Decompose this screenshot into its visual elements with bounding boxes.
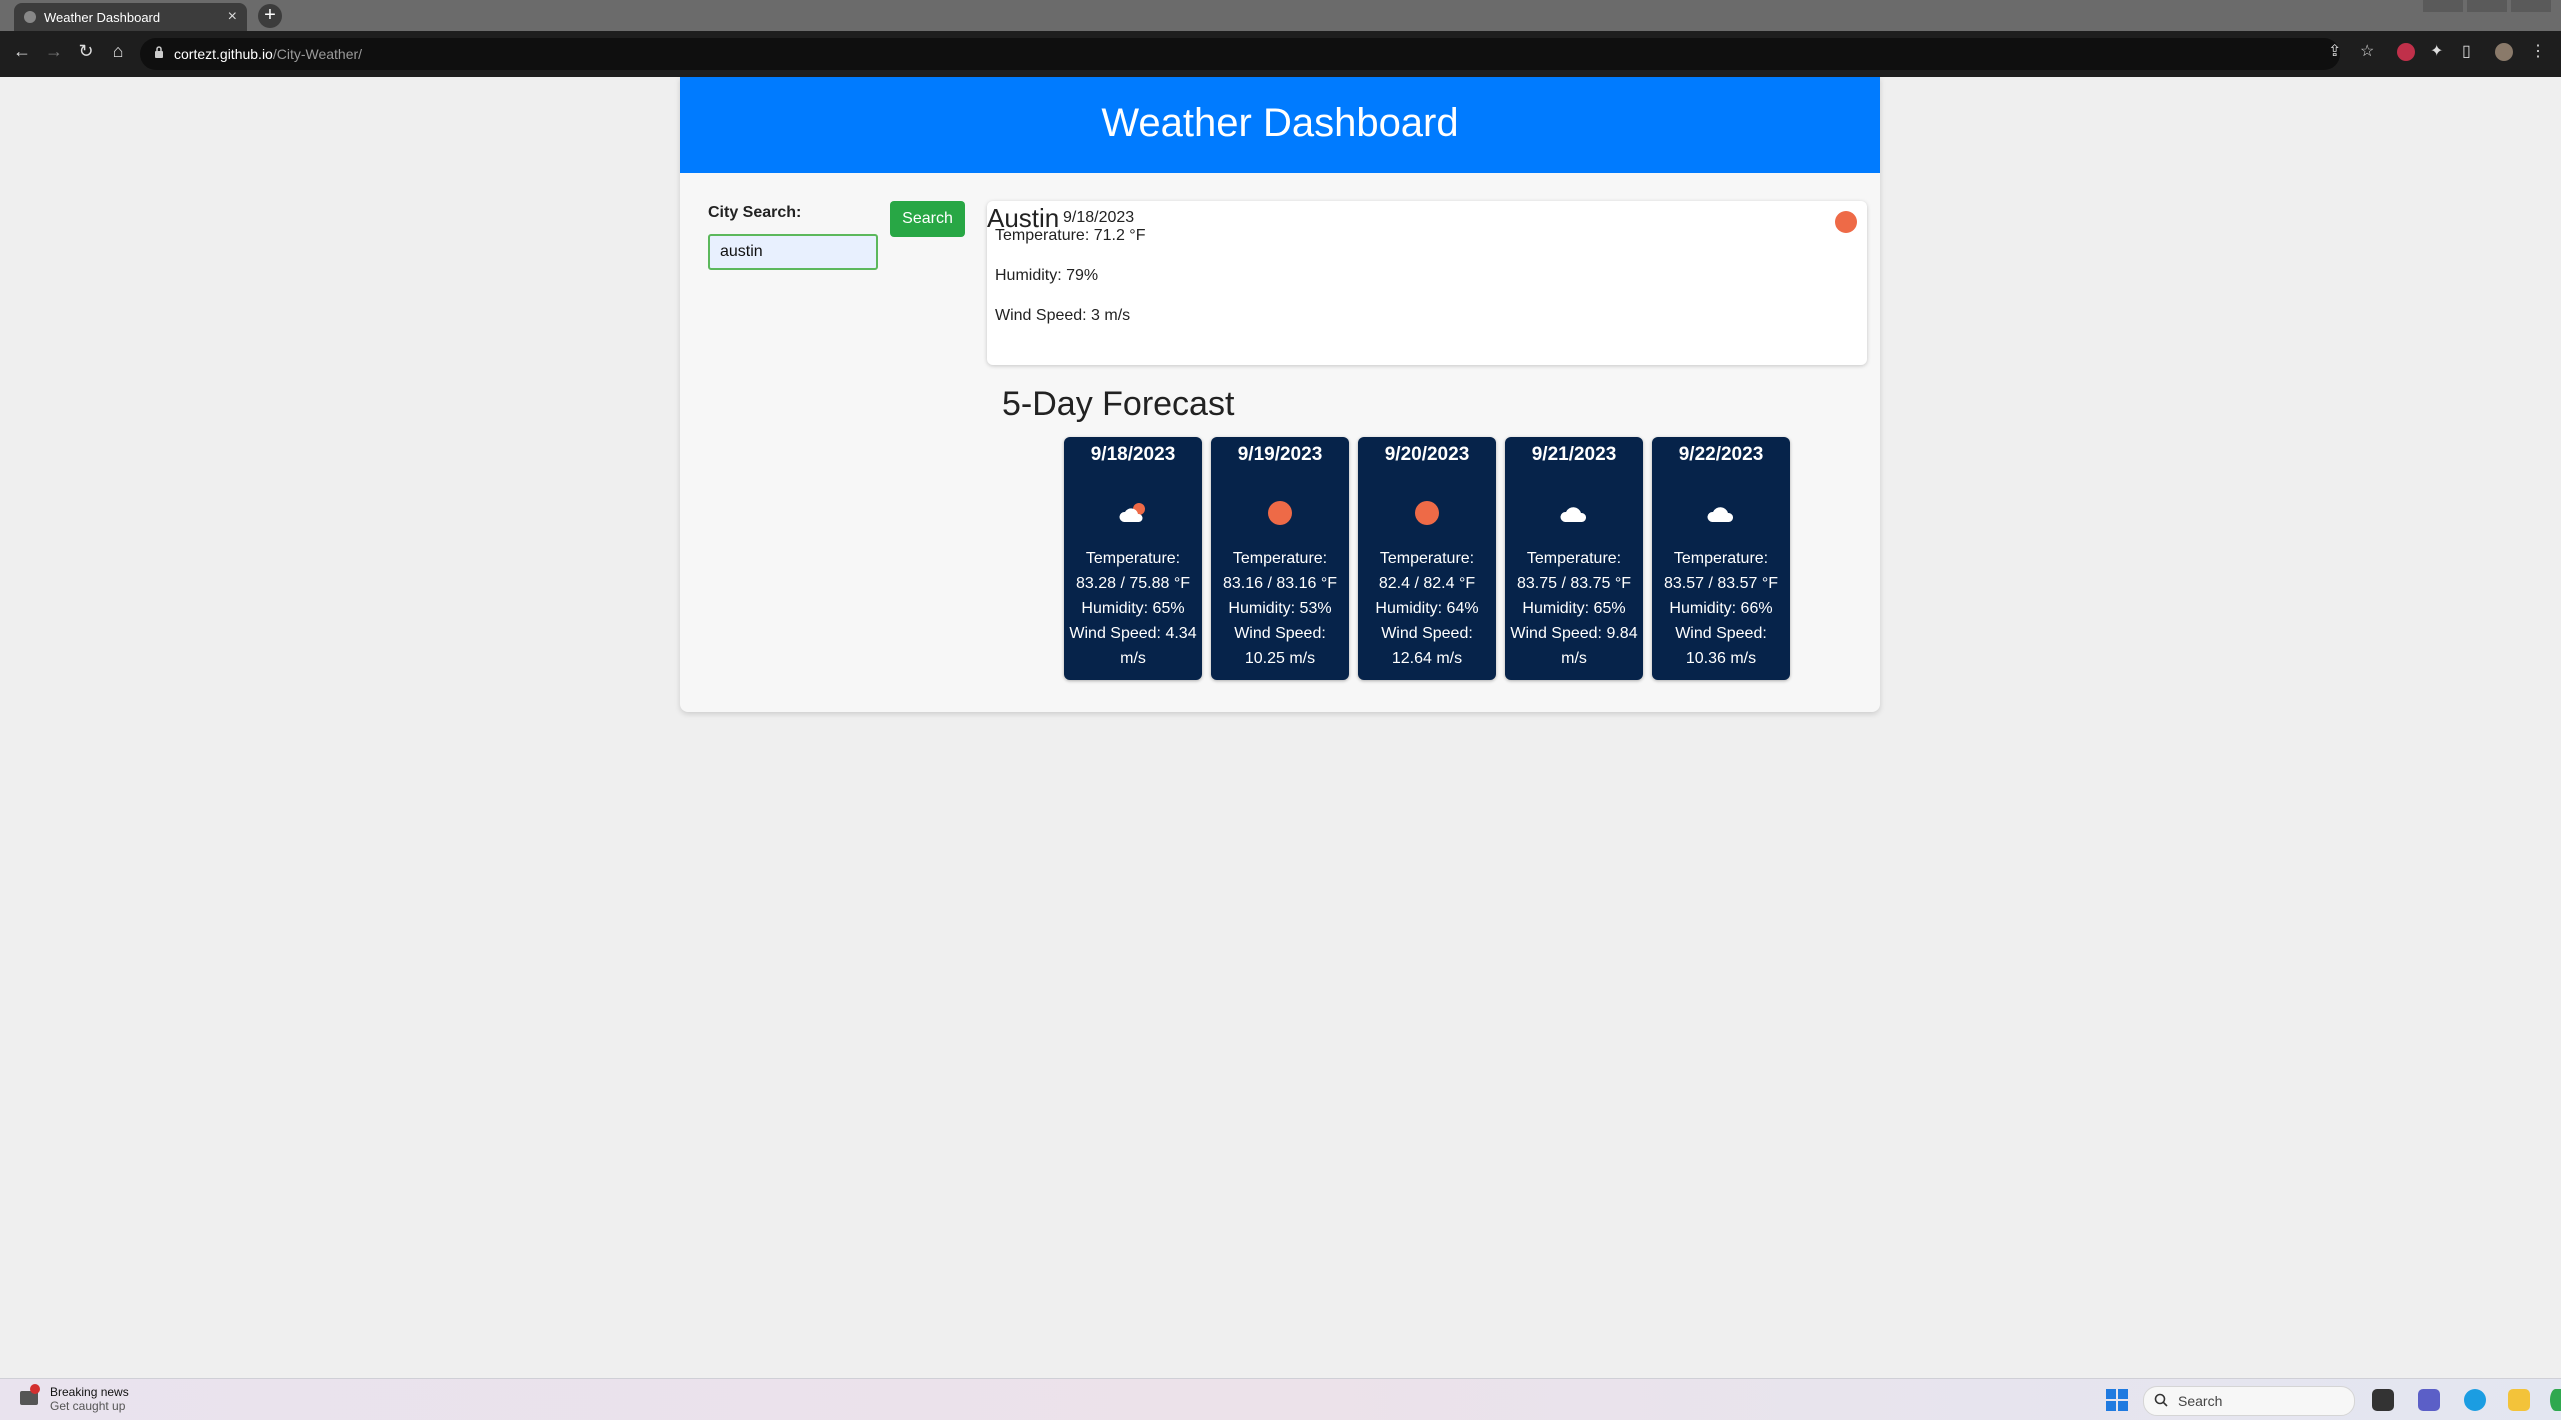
share-icon[interactable]: ⇪ [2328,41,2341,61]
forecast-details: Temperature: 83.75 / 83.75 °F Humidity: … [1505,546,1643,671]
taskbar-search-placeholder: Search [2178,1393,2223,1409]
new-tab-button[interactable]: + [258,4,282,28]
forecast-title: 5-Day Forecast [1002,385,1235,423]
window-controls [2423,0,2551,14]
menu-kebab-icon[interactable]: ⋮ [2530,41,2546,61]
forecast-details: Temperature: 83.16 / 83.16 °F Humidity: … [1211,546,1349,671]
bookmark-star-icon[interactable]: ☆ [2360,41,2374,61]
browser-tab[interactable]: Weather Dashboard × [14,3,247,31]
reload-icon[interactable]: ↻ [74,41,98,62]
minimize-button[interactable] [2423,0,2463,12]
forecast-temp: 82.4 / 82.4 °F [1378,575,1476,592]
chrome-icon[interactable] [2550,1389,2561,1411]
news-title: Breaking news [50,1385,129,1399]
current-weather-card: Austin 9/18/2023 Temperature: 71.2 °F Hu… [987,201,1867,365]
forecast-wind: Wind Speed: 4.34 [1069,625,1197,642]
forecast-temp: 83.75 / 83.75 °F [1516,575,1632,592]
news-icon [20,1384,40,1405]
side-panel-icon[interactable]: ▯ [2462,41,2471,61]
forecast-card: 9/22/2023 Temperature: 83.57 / 83.57 °F … [1652,437,1790,680]
teams-icon[interactable] [2418,1389,2440,1411]
forward-icon[interactable]: → [42,41,66,62]
edge-icon[interactable] [2464,1389,2486,1411]
page-header: Weather Dashboard [680,77,1880,173]
taskbar: Breaking news Get caught up Search [0,1378,2561,1420]
url-host: cortezt.github.io [174,46,273,62]
url-path: /City-Weather/ [272,46,363,62]
current-wind-speed: Wind Speed: 3 m/s [995,307,1131,324]
tab-close-icon[interactable]: × [228,8,237,26]
forecast-details: Temperature: 82.4 / 82.4 °F Humidity: 64… [1358,546,1496,671]
forecast-date: 9/18/2023 [1090,444,1176,465]
forecast-temp-label: Temperature: [1673,550,1769,567]
address-bar[interactable]: cortezt.github.io/City-Weather/ [140,38,2340,70]
forecast-humidity: Humidity: 53% [1228,600,1332,617]
forecast-date: 9/21/2023 [1531,444,1617,465]
forecast-date: 9/19/2023 [1237,444,1323,465]
home-icon[interactable]: ⌂ [106,41,130,62]
partly-cloudy-icon [1119,503,1145,522]
forecast-humidity: Humidity: 65% [1522,600,1626,617]
tab-title: Weather Dashboard [44,10,161,25]
forecast-wind: Wind Speed: [1675,625,1767,642]
page-title: Weather Dashboard [1101,101,1459,145]
forecast-wind-unit: 10.36 m/s [1685,650,1757,667]
extension-icon[interactable] [2397,43,2415,61]
forecast-humidity: Humidity: 64% [1375,600,1479,617]
search-icon [2154,1393,2168,1407]
forecast-card: 9/19/2023 Temperature: 83.16 / 83.16 °F … [1211,437,1349,680]
back-icon[interactable]: ← [10,41,34,62]
current-humidity: Humidity: 79% [995,267,1099,284]
lock-icon [155,46,163,58]
extensions-puzzle-icon[interactable]: ✦ [2430,41,2443,61]
forecast-wind-unit: m/s [1120,650,1146,667]
forecast-wind: Wind Speed: [1234,625,1326,642]
cloud-icon [1707,507,1734,522]
forecast-temp: 83.28 / 75.88 °F [1075,575,1191,592]
forecast-temp: 83.16 / 83.16 °F [1222,575,1338,592]
taskbar-search-box[interactable]: Search [2143,1386,2355,1416]
forecast-temp-label: Temperature: [1232,550,1328,567]
current-date: 9/18/2023 [1063,209,1135,226]
forecast-wind-unit: 10.25 m/s [1244,650,1316,667]
forecast-wind-unit: 12.64 m/s [1391,650,1463,667]
maximize-button[interactable] [2467,0,2507,12]
cloud-icon [1560,507,1587,522]
close-window-button[interactable] [2511,0,2551,12]
forecast-details: Temperature: 83.57 / 83.57 °F Humidity: … [1652,546,1790,671]
file-explorer-icon[interactable] [2508,1389,2530,1411]
forecast-temp: 83.57 / 83.57 °F [1663,575,1779,592]
city-search-input[interactable] [708,234,878,270]
forecast-details: Temperature: 83.28 / 75.88 °F Humidity: … [1064,546,1202,671]
forecast-wind-unit: m/s [1561,650,1587,667]
sun-icon [1835,211,1857,233]
current-temperature: Temperature: 71.2 °F [995,227,1146,244]
forecast-temp-label: Temperature: [1526,550,1622,567]
sun-icon [1415,501,1439,525]
forecast-card: 9/21/2023 Temperature: 83.75 / 83.75 °F … [1505,437,1643,680]
forecast-humidity: Humidity: 65% [1081,600,1185,617]
forecast-temp-label: Temperature: [1379,550,1475,567]
browser-tabstrip: Weather Dashboard × + [0,0,2561,31]
forecast-date: 9/20/2023 [1384,444,1470,465]
forecast-temp-label: Temperature: [1085,550,1181,567]
url-text: cortezt.github.io/City-Weather/ [174,46,362,62]
forecast-card: 9/18/2023 Temperature: 83.28 / 75.88 °F … [1064,437,1202,680]
forecast-date: 9/22/2023 [1678,444,1764,465]
news-subtitle: Get caught up [50,1399,126,1413]
news-widget[interactable]: Breaking news Get caught up [20,1384,129,1413]
task-view-icon[interactable] [2372,1389,2394,1411]
profile-avatar[interactable] [2495,43,2513,61]
forecast-wind: Wind Speed: [1381,625,1473,642]
windows-start-icon[interactable] [2106,1389,2128,1411]
sun-icon [1268,501,1292,525]
favicon-icon [24,11,36,23]
dashboard-container: Weather Dashboard City Search: Search Au… [680,77,1880,712]
forecast-wind: Wind Speed: 9.84 [1510,625,1638,642]
forecast-humidity: Humidity: 66% [1669,600,1773,617]
search-button[interactable]: Search [890,201,965,237]
browser-toolbar: ← → ↻ ⌂ cortezt.github.io/City-Weather/ … [0,31,2561,77]
city-search-label: City Search: [708,204,802,221]
forecast-card: 9/20/2023 Temperature: 82.4 / 82.4 °F Hu… [1358,437,1496,680]
